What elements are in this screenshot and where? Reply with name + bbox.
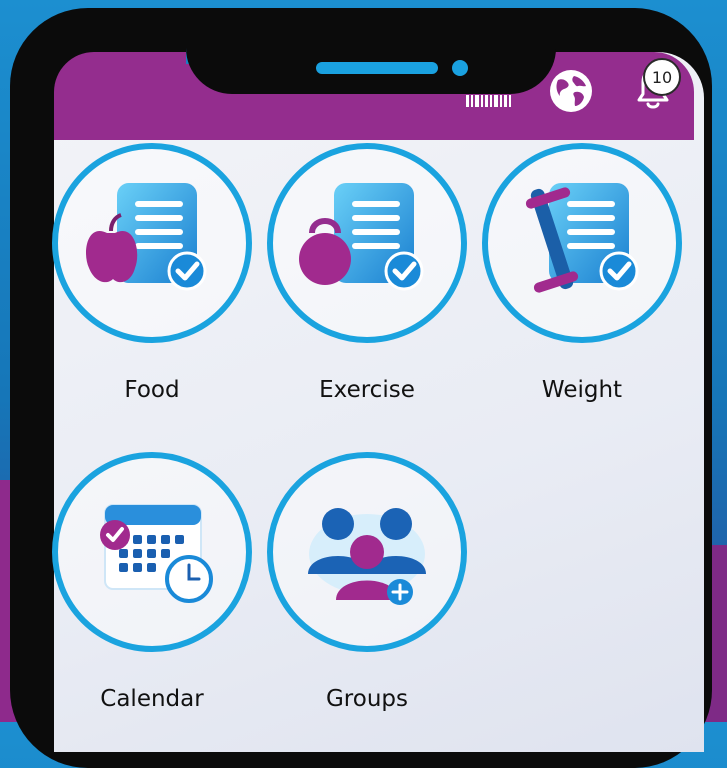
front-camera [452,60,468,76]
groups-ring [267,452,467,652]
speaker-grille [316,62,438,74]
globe-icon[interactable] [548,68,594,114]
tile-label: Groups [325,686,408,712]
notification-badge: 10 [643,58,681,96]
tile-groups[interactable]: Groups [262,452,472,712]
exercise-log-icon [299,183,424,291]
phone-notch [186,10,556,94]
food-ring [52,143,252,343]
tile-label: Exercise [319,377,415,403]
groups-icon [308,508,426,605]
tile-weight[interactable]: Weight [477,143,687,403]
tile-exercise[interactable]: Exercise [262,143,472,403]
calendar-icon [100,504,213,603]
tile-label: Calendar [100,686,204,712]
weight-log-icon [525,183,639,293]
calendar-ring [52,452,252,652]
exercise-ring [267,143,467,343]
tile-label: Food [124,377,180,403]
tile-label: Weight [541,377,623,403]
barcode-scan-icon[interactable] [466,95,516,107]
tile-food[interactable]: Food [47,143,257,403]
weight-ring [482,143,682,343]
tile-calendar[interactable]: Calendar [47,452,257,712]
food-log-icon [86,183,207,291]
